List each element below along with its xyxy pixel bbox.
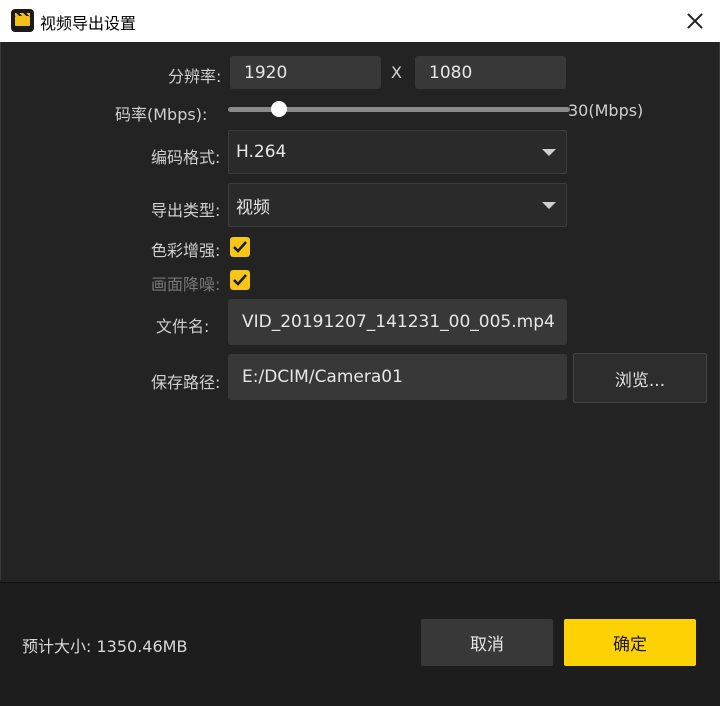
codec-label: 编码格式:	[151, 148, 221, 167]
bitrate-max-label: 30(Mbps)	[568, 101, 644, 120]
color-enhance-label: 色彩增强:	[151, 241, 221, 260]
codec-select[interactable]: H.264	[228, 130, 567, 174]
save-path-input[interactable]: E:/DCIM/Camera01	[228, 354, 567, 400]
export-type-select[interactable]: 视频	[228, 183, 567, 227]
denoise-checkbox[interactable]	[230, 270, 250, 290]
filename-label: 文件名:	[156, 317, 210, 336]
window-title: 视频导出设置	[40, 14, 137, 33]
close-icon[interactable]	[680, 6, 710, 36]
chevron-down-icon	[542, 149, 556, 156]
denoise-label: 画面降噪:	[151, 275, 221, 294]
checkmark-icon	[233, 274, 247, 286]
save-path-label: 保存路径:	[151, 373, 221, 392]
checkmark-icon	[233, 241, 247, 253]
export-type-selected-value: 视频	[236, 197, 270, 218]
chevron-down-icon	[542, 202, 556, 209]
app-clapperboard-icon	[11, 9, 34, 32]
estimated-size-text: 预计大小: 1350.46MB	[22, 637, 188, 656]
confirm-button[interactable]: 确定	[564, 619, 696, 666]
filename-input[interactable]: VID_20191207_141231_00_005.mp4	[228, 299, 567, 345]
bitrate-label: 码率(Mbps):	[115, 105, 208, 124]
resolution-label: 分辨率:	[168, 67, 222, 86]
title-bar: 视频导出设置	[0, 0, 720, 42]
color-enhance-checkbox[interactable]	[230, 237, 250, 257]
browse-button[interactable]: 浏览...	[573, 353, 707, 403]
resolution-width-input[interactable]: 1920	[230, 56, 381, 89]
resolution-height-input[interactable]: 1080	[415, 56, 566, 89]
cancel-button[interactable]: 取消	[421, 619, 553, 666]
resolution-separator: X	[391, 63, 402, 82]
export-settings-dialog: 视频导出设置 分辨率: 1920 X 1080 码率(Mbps): 30(Mbp…	[0, 0, 720, 706]
export-type-label: 导出类型:	[151, 201, 221, 220]
codec-selected-value: H.264	[236, 142, 287, 162]
